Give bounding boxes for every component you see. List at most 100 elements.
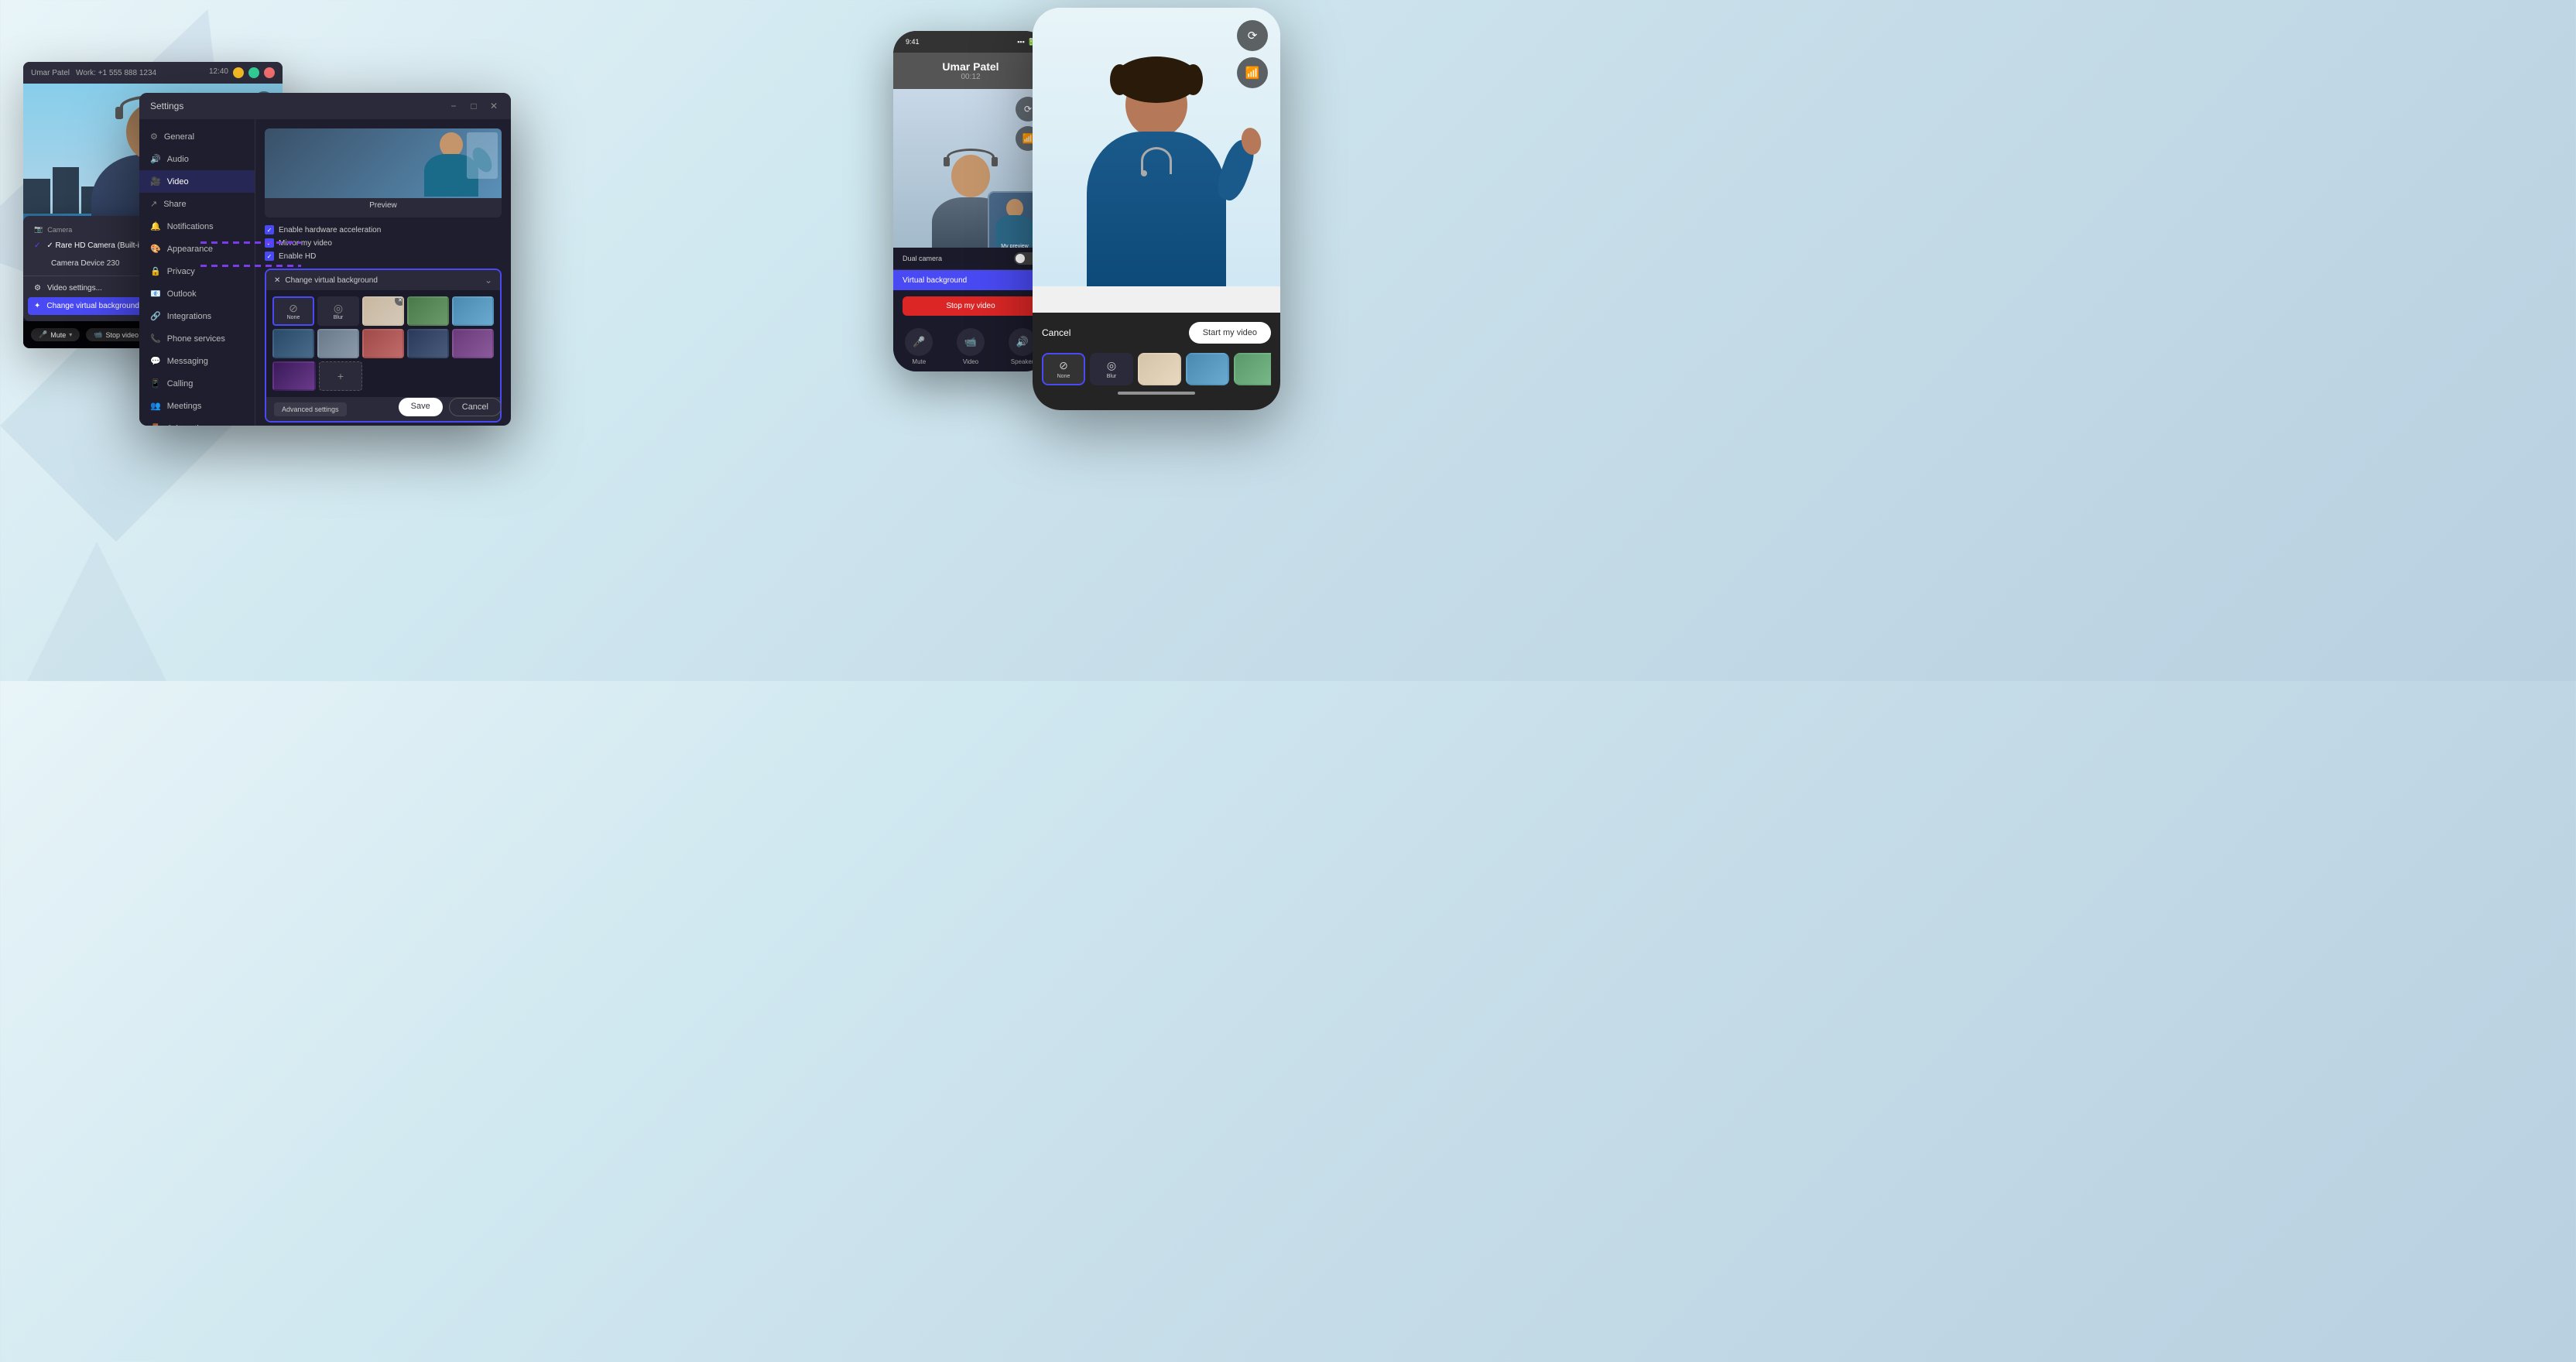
nav-messaging-label: Messaging: [167, 357, 208, 366]
stop-video-icon: 📹: [94, 330, 102, 339]
nav-calling-label: Calling: [167, 379, 194, 388]
plus-icon: +: [337, 370, 344, 382]
phone2-start-video-button[interactable]: Start my video: [1189, 322, 1271, 344]
phone2-camera-switch-icon[interactable]: ⟳: [1237, 20, 1268, 51]
stop-video-label: Stop my video: [946, 302, 995, 310]
phone2-bg-1[interactable]: [1138, 353, 1181, 385]
advanced-settings-button[interactable]: Advanced settings: [274, 402, 347, 416]
phone2-body: [1087, 132, 1226, 286]
settings-window-buttons: − □ ✕: [447, 101, 500, 111]
mute-button[interactable]: 🎤 Mute ▾: [31, 328, 80, 341]
phone1-bottom-panel: Dual camera Virtual background › Stop my…: [893, 248, 1048, 371]
vbg-bg-2[interactable]: [407, 296, 449, 326]
privacy-icon: 🔒: [150, 266, 161, 276]
notifications-icon: 🔔: [150, 221, 161, 231]
call-duration: 00:12: [901, 73, 1040, 81]
building-2: [53, 167, 80, 214]
phone2-hair-right: [1184, 64, 1203, 95]
close-button[interactable]: [264, 67, 275, 78]
settings-footer-buttons: Save Cancel: [399, 398, 502, 416]
nav-item-meetings[interactable]: 👥 Meetings: [139, 395, 255, 417]
settings-modal: Settings − □ ✕ ⚙ General 🔊 Audio 🎥: [139, 93, 511, 426]
bg-blur-icon: ◎: [1107, 359, 1116, 372]
vbg-bg-6[interactable]: [362, 329, 404, 358]
video-action-label: Video: [963, 358, 978, 365]
vbg-bg-8[interactable]: [452, 329, 494, 358]
phone2-cancel-button[interactable]: Cancel: [1042, 327, 1070, 338]
phone2-signal-icon[interactable]: 📶: [1237, 57, 1268, 88]
save-button[interactable]: Save: [399, 398, 443, 416]
enable-hd-checkbox[interactable]: ✓: [265, 252, 274, 261]
mute-action-button[interactable]: 🎤 Mute: [905, 328, 933, 365]
vbg-bg-4[interactable]: [272, 329, 314, 358]
caller-name: Umar Patel: [901, 60, 1040, 73]
nav-item-phone-services[interactable]: 📞 Phone services: [139, 327, 255, 350]
desktop-titlebar: Umar Patel Work: +1 555 888 1234 12:40: [23, 62, 283, 84]
nav-item-privacy[interactable]: 🔒 Privacy: [139, 260, 255, 282]
phone2-bg-2[interactable]: [1186, 353, 1229, 385]
appearance-icon: 🎨: [150, 244, 161, 254]
gear-icon: ⚙: [34, 284, 41, 293]
nav-item-general[interactable]: ⚙ General: [139, 125, 255, 148]
nav-audio-label: Audio: [167, 155, 189, 164]
checkmark-icon: ✓: [34, 241, 40, 250]
nav-item-integrations[interactable]: 🔗 Integrations: [139, 305, 255, 327]
nav-item-messaging[interactable]: 💬 Messaging: [139, 350, 255, 372]
video-action-icon: 📹: [957, 328, 985, 356]
settings-minimize-button[interactable]: −: [447, 101, 460, 111]
vbg-none-option[interactable]: ⊘ None: [272, 296, 314, 326]
phone2-bg-3[interactable]: [1234, 353, 1271, 385]
vbg-bg-5[interactable]: [317, 329, 359, 358]
nav-item-calling[interactable]: 📱 Calling: [139, 372, 255, 395]
minimize-button[interactable]: [233, 67, 244, 78]
connector-line: [200, 241, 301, 244]
nav-outlook-label: Outlook: [167, 289, 197, 299]
phone2-start-label: Start my video: [1203, 328, 1257, 337]
bg-none-label: None: [1057, 374, 1070, 379]
phone1-time: 9:41: [906, 38, 920, 46]
hw-accel-checkbox[interactable]: ✓: [265, 225, 274, 234]
building-1: [23, 179, 50, 214]
video-action-button[interactable]: 📹 Video: [957, 328, 985, 365]
integrations-icon: 🔗: [150, 311, 161, 321]
maximize-button[interactable]: [248, 67, 259, 78]
phone2-bg-blur[interactable]: ◎ Blur: [1090, 353, 1133, 385]
stop-my-video-button[interactable]: Stop my video: [903, 296, 1039, 316]
nav-video-label: Video: [167, 177, 189, 187]
vbg-bg-1[interactable]: ✕: [362, 296, 404, 326]
mute-chevron-icon: ▾: [69, 331, 72, 338]
vbg-bg-9[interactable]: [272, 361, 316, 391]
nav-item-outlook[interactable]: 📧 Outlook: [139, 282, 255, 305]
blur-label: Blur: [334, 315, 343, 320]
enable-hd-option: ✓ Enable HD: [265, 252, 502, 261]
settings-maximize-button[interactable]: □: [468, 101, 480, 111]
virtual-background-row[interactable]: Virtual background ›: [893, 270, 1048, 290]
nav-item-video[interactable]: 🎥 Video: [139, 170, 255, 193]
nav-item-notifications[interactable]: 🔔 Notifications: [139, 215, 255, 238]
cancel-button[interactable]: Cancel: [449, 398, 502, 416]
delete-bg-1-icon[interactable]: ✕: [395, 296, 404, 306]
nav-item-share[interactable]: ↗ Share: [139, 193, 255, 215]
preview-video-feed: [265, 128, 502, 198]
nav-share-label: Share: [163, 200, 186, 209]
nav-item-join-options[interactable]: 🚪 Join options: [139, 417, 255, 426]
dual-camera-row: Dual camera: [893, 248, 1048, 270]
vbg-blur-option[interactable]: ◎ Blur: [317, 296, 359, 326]
settings-panel: Settings − □ ✕ ⚙ General 🔊 Audio 🎥: [139, 93, 511, 426]
hw-accel-option: ✓ Enable hardware acceleration: [265, 225, 502, 234]
settings-title: Settings: [150, 101, 183, 111]
stop-video-label: Stop video: [105, 331, 139, 339]
cancel-label: Cancel: [462, 402, 488, 412]
phone2-head: [1125, 72, 1187, 138]
vbg-title-text: Change virtual background: [285, 276, 378, 285]
vbg-bg-7[interactable]: [407, 329, 449, 358]
phone2-bg-none[interactable]: ⊘ None: [1042, 353, 1085, 385]
phone1-statusbar: 9:41 ▪▪▪ 🔋: [893, 31, 1048, 53]
vbg-bg-3[interactable]: [452, 296, 494, 326]
settings-close-button[interactable]: ✕: [488, 101, 500, 111]
nav-item-audio[interactable]: 🔊 Audio: [139, 148, 255, 170]
camera-icon-menu: 📷: [34, 225, 43, 234]
vbg-add-button[interactable]: +: [319, 361, 362, 391]
phone1-caller-info: Umar Patel 00:12: [893, 53, 1048, 89]
mute-action-label: Mute: [912, 358, 926, 365]
